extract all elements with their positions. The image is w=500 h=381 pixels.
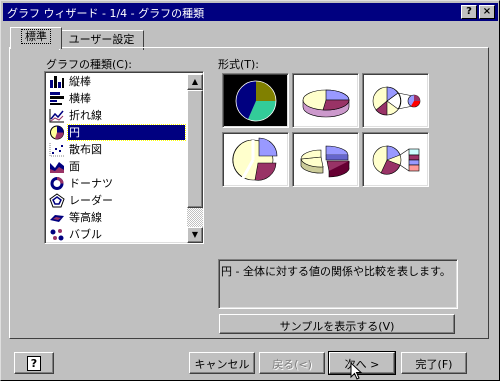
arrow-up-icon: ▲: [191, 77, 199, 86]
list-item-bubble[interactable]: バブル: [47, 226, 185, 243]
area-chart-icon: [50, 162, 64, 173]
subtype-exploded-pie[interactable]: [222, 132, 289, 187]
list-item-column[interactable]: 縦棒: [47, 73, 185, 90]
cancel-button-label: キャンセル: [194, 358, 250, 371]
list-item-surface[interactable]: 等高線: [47, 209, 185, 226]
radar-chart-icon: [49, 193, 65, 208]
pie-subtype-icon: [235, 80, 277, 122]
subtype-heading: 形式(T):: [218, 58, 260, 71]
back-button-label: 戻る(<): [272, 358, 312, 371]
list-item-doughnut[interactable]: ドーナツ: [47, 175, 185, 192]
chart-type-scrollbar[interactable]: ▲ ▼: [187, 74, 203, 243]
close-button[interactable]: ×: [479, 5, 495, 19]
list-item-scatter[interactable]: 散布図: [47, 141, 185, 158]
doughnut-chart-icon: [50, 177, 64, 190]
back-button: 戻る(<): [259, 352, 325, 374]
chart-wizard-dialog: グラフ ウィザード - 1/4 - グラフの種類 ? × ユーザー設定 標準 グ…: [0, 0, 500, 381]
tab-standard-label: 標準: [21, 29, 51, 44]
description-box: 円 - 全体に対する値の関係や比較を表します。: [218, 259, 458, 309]
list-item-area[interactable]: 面: [47, 158, 185, 175]
list-item-label: 円: [67, 124, 186, 141]
close-icon: ×: [482, 6, 492, 17]
bar-chart-icon: [50, 92, 64, 105]
list-item-label: 折れ線: [69, 109, 102, 122]
finish-button[interactable]: 完了(F): [401, 352, 467, 374]
description-text: 円 - 全体に対する値の関係や比較を表します。: [221, 265, 451, 278]
list-item-line[interactable]: 折れ線: [47, 107, 185, 124]
sample-button-label: サンプルを表示する(V): [279, 320, 395, 333]
title-bar[interactable]: グラフ ウィザード - 1/4 - グラフの種類 ? ×: [3, 3, 498, 21]
tab-standard[interactable]: 標準: [10, 27, 62, 49]
subtype-bar-of-pie[interactable]: [362, 132, 429, 187]
list-item-label: 横棒: [69, 92, 91, 105]
exploded-3d-pie-subtype-icon: [300, 145, 350, 178]
exploded-pie-subtype-icon: [232, 137, 278, 181]
tab-custom-label: ユーザー設定: [68, 33, 135, 46]
surface-chart-icon: [50, 215, 64, 222]
list-item-label: 散布図: [69, 143, 102, 156]
help-icon: ?: [26, 356, 42, 371]
subtype-3d-pie[interactable]: [292, 73, 359, 128]
bubble-chart-icon: [50, 229, 64, 241]
pie-of-pie-subtype-icon: [372, 86, 421, 116]
subtype-pie-of-pie[interactable]: [362, 73, 429, 128]
help-title-button[interactable]: ?: [461, 5, 477, 19]
finish-button-label: 完了(F): [415, 358, 453, 371]
cancel-button[interactable]: キャンセル: [189, 352, 255, 374]
column-chart-icon: [50, 76, 64, 88]
list-item-label: レーダー: [69, 194, 113, 207]
list-item-label: 等高線: [69, 211, 102, 224]
3d-pie-subtype-icon: [302, 89, 350, 118]
list-item-label: ドーナツ: [69, 177, 113, 190]
sample-button[interactable]: サンプルを表示する(V): [219, 314, 455, 334]
scroll-down-button[interactable]: ▼: [187, 227, 203, 243]
pie-chart-icon: [50, 125, 64, 140]
scroll-up-button[interactable]: ▲: [187, 74, 203, 90]
list-item-label: 面: [69, 160, 80, 173]
list-item-pie[interactable]: 円: [47, 124, 186, 141]
list-item-label: バブル: [69, 228, 102, 241]
scroll-thumb[interactable]: [187, 90, 203, 208]
chart-type-list[interactable]: 縦棒 横棒 折れ線 円 散布図 面 ドーナツ レーダー 等高線 バブル ▲ ▼: [44, 71, 204, 244]
subtype-pie[interactable]: [222, 73, 289, 128]
list-item-bar[interactable]: 横棒: [47, 90, 185, 107]
help-button[interactable]: ?: [14, 352, 54, 374]
arrow-down-icon: ▼: [191, 230, 199, 239]
list-item-radar[interactable]: レーダー: [47, 192, 185, 209]
mouse-cursor-icon: [350, 362, 363, 380]
scatter-chart-icon: [49, 143, 64, 157]
bar-of-pie-subtype-icon: [372, 145, 420, 175]
window-title: グラフ ウィザード - 1/4 - グラフの種類: [7, 7, 205, 20]
list-item-label: 縦棒: [69, 75, 91, 88]
line-chart-icon: [49, 109, 64, 123]
help-title-label: ?: [466, 6, 472, 17]
subtype-exploded-3d-pie[interactable]: [292, 132, 359, 187]
chart-type-heading: グラフの種類(C):: [46, 58, 132, 71]
